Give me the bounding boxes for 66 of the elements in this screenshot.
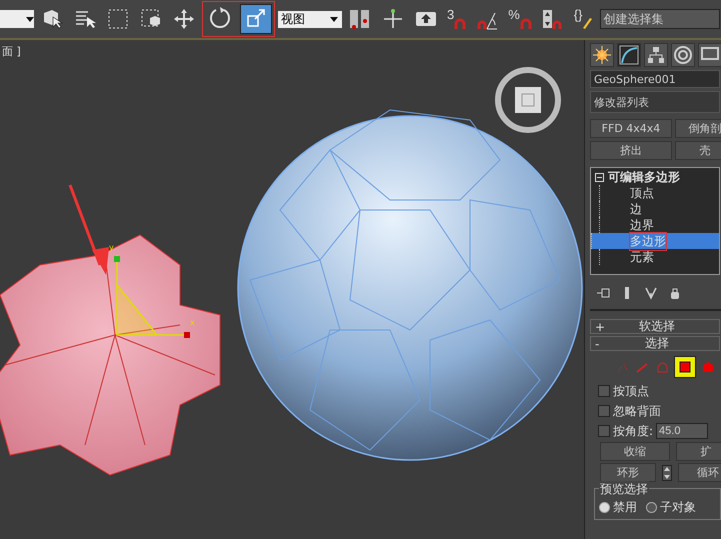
checkbox-label: 按角度: [613, 422, 654, 440]
axis-label: x [190, 318, 195, 327]
border-icon [655, 360, 669, 374]
checkbox[interactable] [598, 385, 610, 397]
modifier-list-dropdown[interactable]: 修改器列表 [590, 91, 720, 113]
object-name-field[interactable]: GeoSphere001 [590, 70, 720, 88]
checkbox[interactable] [598, 425, 610, 437]
magnet-icon [454, 17, 466, 31]
dashed-square-icon [106, 7, 130, 31]
panel-tab[interactable] [644, 43, 668, 67]
modifier-button[interactable]: 挤出 [590, 141, 672, 160]
curve-icon [619, 45, 639, 65]
selection-button[interactable]: 收缩 [600, 442, 670, 461]
pin-icon [596, 286, 610, 300]
selection-button[interactable]: 扩 [676, 442, 721, 461]
tool-button[interactable]: 3 [444, 4, 470, 34]
bracket-pivot-icon [348, 7, 372, 31]
viewport-label: 面 ] [2, 44, 21, 59]
selection-set-field[interactable]: 创建选择集 [600, 9, 720, 29]
starburst-icon [592, 45, 612, 65]
rollout-header[interactable]: + 软选择 [590, 319, 720, 334]
stack-item[interactable]: 可编辑多边形 [608, 168, 680, 186]
dropdown[interactable] [0, 10, 34, 28]
panel-tab[interactable] [617, 43, 641, 67]
tool-button[interactable] [240, 4, 272, 34]
lock-icon [668, 286, 682, 300]
dropdown-arrow-icon [26, 16, 34, 22]
coordinate-dropdown[interactable]: 视图 [278, 10, 342, 28]
hierarchy-icon [646, 45, 666, 65]
group-title: 预览选择 [599, 481, 649, 498]
polygon-icon [678, 360, 692, 374]
magnet-icon [520, 17, 532, 31]
panel-tab[interactable] [671, 43, 695, 67]
collapse-toggle[interactable] [595, 172, 604, 182]
checkbox-label: 按顶点 [613, 382, 649, 400]
stack-subitem[interactable]: 元素 [599, 249, 719, 265]
panel-tab[interactable] [590, 43, 614, 67]
modifier-button[interactable]: FFD 4x4x4 [590, 119, 672, 138]
modifier-button[interactable]: 倒角剖 [675, 119, 721, 138]
checkbox-label: 忽略背面 [613, 402, 661, 420]
radio-label: 子对象 [660, 499, 696, 516]
checkbox[interactable] [598, 405, 610, 417]
tool-button[interactable]: % [505, 4, 535, 34]
target-circle-icon [673, 45, 693, 65]
dropdown-arrow-icon [329, 14, 339, 24]
pencil-icon [582, 17, 594, 31]
radio-button[interactable] [599, 502, 610, 513]
crosshair-icon [381, 7, 405, 31]
spinner-icon[interactable] [662, 464, 672, 480]
selection-button[interactable]: 环形 [600, 463, 656, 482]
minus-box-icon [595, 172, 604, 182]
element-icon [701, 360, 715, 374]
subobject-level-button[interactable] [674, 356, 696, 378]
radio-label: 禁用 [613, 499, 637, 516]
fork-icon [644, 286, 658, 300]
stack-subitem[interactable]: 边 [599, 201, 719, 217]
rollout-header[interactable]: - 选择 [590, 336, 720, 351]
angle-field[interactable]: 45.0 [656, 423, 708, 439]
viewcube-drawing [495, 67, 561, 133]
tool-button[interactable]: {} [570, 4, 598, 34]
panel-tab[interactable] [698, 43, 721, 67]
radio-button[interactable] [646, 502, 657, 513]
selection-button[interactable]: 循环 [678, 463, 721, 482]
modifier-button[interactable]: 壳 [675, 141, 721, 160]
four-arrow-icon [172, 7, 196, 31]
stack-subitem[interactable]: 顶点 [599, 185, 719, 201]
